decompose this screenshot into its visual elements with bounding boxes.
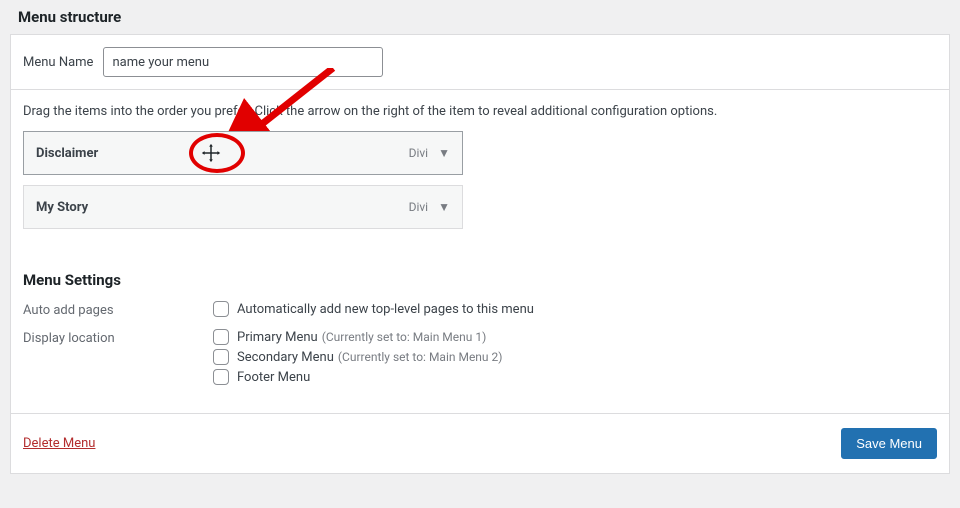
option-secondary-menu[interactable]: Secondary Menu (Currently set to: Main M… (213, 349, 937, 365)
section-header: Menu structure (0, 0, 960, 34)
checkbox-auto-add-pages[interactable] (213, 301, 229, 317)
checkbox-primary-menu[interactable] (213, 329, 229, 345)
settings-row-display-location: Display location Primary Menu (Currently… (23, 329, 937, 389)
menu-settings: Menu Settings Auto add pages Automatical… (11, 251, 949, 413)
option-primary-menu[interactable]: Primary Menu (Currently set to: Main Men… (213, 329, 937, 345)
menu-item-type: Divi (409, 200, 429, 214)
settings-label: Display location (23, 329, 213, 346)
option-footer-menu[interactable]: Footer Menu (213, 369, 937, 385)
settings-row-auto-add: Auto add pages Automatically add new top… (23, 301, 937, 321)
option-subtext: (Currently set to: Main Menu 2) (338, 350, 503, 364)
option-text: Automatically add new top-level pages to… (237, 302, 534, 317)
menu-name-input[interactable] (103, 47, 383, 77)
panel-footer: Delete Menu Save Menu (11, 413, 949, 473)
option-subtext: (Currently set to: Main Menu 1) (322, 330, 487, 344)
menu-item-disclaimer[interactable]: Disclaimer Divi (23, 131, 463, 175)
option-text: Secondary Menu (237, 350, 334, 365)
instructions-text: Drag the items into the order you prefer… (11, 90, 949, 131)
chevron-down-icon[interactable]: ▼ (438, 200, 450, 214)
delete-menu-link[interactable]: Delete Menu (23, 436, 95, 451)
chevron-down-icon[interactable]: ▼ (438, 146, 450, 160)
menu-items-list: Disclaimer Divi (11, 131, 949, 251)
checkbox-secondary-menu[interactable] (213, 349, 229, 365)
menu-name-row: Menu Name (11, 35, 949, 90)
move-cursor-icon (200, 142, 222, 164)
menu-item-title: Disclaimer (36, 146, 98, 161)
menu-item-title: My Story (36, 200, 88, 215)
settings-label: Auto add pages (23, 301, 213, 318)
option-auto-add-pages[interactable]: Automatically add new top-level pages to… (213, 301, 937, 317)
menu-settings-heading: Menu Settings (23, 271, 937, 289)
menu-panel: Menu Name Drag the items into the order … (10, 34, 950, 474)
menu-item-type: Divi (409, 146, 429, 160)
menu-item-my-story[interactable]: My Story Divi ▼ (23, 185, 463, 229)
menu-name-label: Menu Name (23, 55, 93, 70)
section-title: Menu structure (18, 8, 942, 26)
option-text: Primary Menu (237, 330, 318, 345)
option-text: Footer Menu (237, 370, 310, 385)
checkbox-footer-menu[interactable] (213, 369, 229, 385)
save-menu-button[interactable]: Save Menu (841, 428, 937, 459)
